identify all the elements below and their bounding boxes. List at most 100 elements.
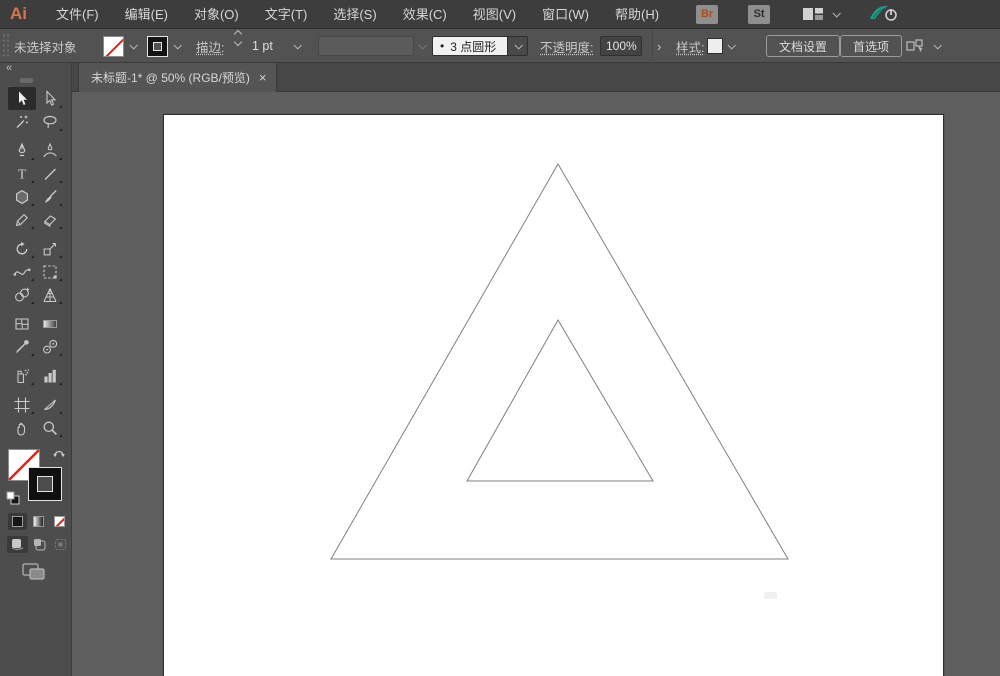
canvas-scroll-area[interactable] — [72, 92, 1000, 676]
bridge-badge-icon[interactable]: Br — [696, 4, 719, 24]
tool-blend[interactable] — [36, 335, 64, 358]
brush-definition-dropdown[interactable]: • 3 点圆形 — [432, 36, 508, 56]
outer-triangle-shape[interactable] — [330, 163, 789, 560]
fill-color-swatch[interactable] — [103, 35, 124, 57]
lasso-icon — [41, 113, 59, 131]
tool-shape-builder[interactable] — [8, 283, 36, 306]
opacity-label[interactable]: 不透明度: — [540, 29, 593, 63]
color-button[interactable] — [8, 513, 27, 530]
menu-file[interactable]: 文件(F) — [43, 0, 112, 29]
tool-free-transform[interactable] — [36, 260, 64, 283]
stroke-weight-label[interactable]: 描边: — [196, 29, 224, 63]
workspace-switcher[interactable] — [802, 7, 842, 22]
polygon-icon — [13, 188, 31, 206]
eraser-icon — [41, 211, 59, 229]
brush-dropdown-button[interactable] — [508, 36, 528, 56]
tool-magic-wand[interactable] — [8, 110, 36, 133]
document-tab[interactable]: 未标题-1* @ 50% (RGB/预览) × — [78, 63, 278, 92]
tool-selection[interactable] — [7, 87, 36, 110]
menu-edit[interactable]: 编辑(E) — [112, 0, 181, 29]
draw-normal-button[interactable] — [7, 536, 28, 553]
fill-dropdown-chevron-icon[interactable] — [129, 41, 138, 50]
tool-mesh[interactable] — [8, 312, 36, 335]
tool-width[interactable] — [8, 260, 36, 283]
tool-zoom[interactable] — [36, 416, 64, 439]
stroke-proxy-swatch[interactable] — [28, 467, 62, 501]
document-area: 未标题-1* @ 50% (RGB/预览) × — [72, 63, 1000, 676]
tool-eyedropper[interactable] — [8, 335, 36, 358]
tool-symbol-sprayer[interactable] — [8, 364, 36, 387]
tool-paintbrush[interactable] — [36, 185, 64, 208]
style-label[interactable]: 样式: — [676, 29, 704, 63]
tool-column-graph[interactable] — [36, 364, 64, 387]
change-screen-mode-button[interactable] — [22, 563, 71, 586]
selection-icon — [18, 91, 27, 105]
inner-triangle-shape[interactable] — [466, 319, 654, 482]
tool-rotate[interactable] — [8, 237, 36, 260]
tool-curvature[interactable] — [36, 139, 64, 162]
tool-slice[interactable] — [36, 393, 64, 416]
tool-hand[interactable] — [8, 416, 36, 439]
column-graph-icon — [43, 369, 56, 382]
tool-direct-selection[interactable] — [36, 87, 64, 110]
style-chevron-icon[interactable] — [727, 41, 736, 50]
panel-drag-strip[interactable] — [20, 78, 33, 83]
draw-inside-button[interactable] — [50, 536, 71, 553]
chevron-down-icon — [832, 9, 842, 18]
tool-pen[interactable] — [8, 139, 36, 162]
none-fill-slash-icon — [104, 36, 123, 56]
curvature-icon — [41, 142, 59, 160]
control-bar: 未选择对象 描边: 1 pt • 3 点圆形 不透明度: 100% › 样式: … — [0, 29, 1000, 63]
selection-status-label: 未选择对象 — [14, 40, 77, 55]
tool-polygon[interactable] — [8, 185, 36, 208]
tool-line-segment[interactable] — [36, 162, 64, 185]
tool-pencil[interactable] — [8, 208, 36, 231]
tool-grid: T — [0, 87, 71, 439]
preferences-button[interactable]: 首选项 — [840, 35, 903, 57]
menu-effect[interactable]: 效果(C) — [390, 0, 460, 29]
opacity-more-button[interactable]: › — [652, 29, 665, 63]
stroke-swatch-hole — [153, 41, 162, 51]
none-button[interactable] — [50, 513, 69, 530]
menu-type[interactable]: 文字(T) — [252, 0, 321, 29]
style-swatch[interactable] — [707, 38, 723, 54]
tool-perspective-grid[interactable] — [36, 283, 64, 306]
stroke-color-swatch[interactable] — [147, 35, 168, 57]
brush-preview-dot: • — [440, 39, 445, 53]
gradient-icon — [33, 516, 44, 527]
panel-grip-handle[interactable] — [2, 33, 9, 59]
collapse-panel-button[interactable]: « — [0, 63, 71, 76]
close-tab-icon[interactable]: × — [259, 71, 267, 84]
stroke-weight-stepper[interactable] — [233, 29, 243, 63]
tool-eraser[interactable] — [36, 208, 64, 231]
menu-object[interactable]: 对象(O) — [181, 0, 252, 29]
menu-view[interactable]: 视图(V) — [460, 0, 529, 29]
stroke-weight-value[interactable]: 1 pt — [252, 29, 273, 63]
color-icon — [12, 516, 23, 527]
menu-window[interactable]: 窗口(W) — [529, 0, 602, 29]
menu-select[interactable]: 选择(S) — [320, 0, 389, 29]
swap-fill-stroke-icon[interactable] — [52, 447, 66, 459]
gradient-button[interactable] — [29, 513, 48, 530]
stroke-weight-chevron-icon[interactable] — [293, 41, 302, 50]
document-tab-bar: 未标题-1* @ 50% (RGB/预览) × — [72, 63, 1000, 92]
artboard[interactable] — [163, 114, 944, 676]
shape-builder-icon — [13, 287, 29, 304]
tool-gradient[interactable] — [36, 312, 64, 335]
align-panel-button[interactable] — [906, 29, 926, 63]
stepper-down-icon[interactable] — [233, 37, 243, 47]
panel-chevron-icon[interactable] — [933, 41, 942, 50]
draw-behind-button[interactable] — [29, 536, 50, 553]
stock-badge-icon[interactable]: St — [748, 4, 771, 24]
tool-scale[interactable] — [36, 237, 64, 260]
default-fill-stroke-icon[interactable] — [6, 491, 20, 505]
opacity-input[interactable]: 100% — [600, 36, 642, 56]
stroke-dropdown-chevron-icon[interactable] — [173, 41, 182, 50]
cs-live-button[interactable] — [867, 3, 901, 26]
tool-artboard[interactable] — [8, 393, 36, 416]
menu-help[interactable]: 帮助(H) — [602, 0, 672, 29]
tool-type[interactable]: T — [8, 162, 36, 185]
document-setup-button[interactable]: 文档设置 — [766, 35, 841, 57]
tool-lasso[interactable] — [36, 110, 64, 133]
direct-selection-icon — [41, 90, 59, 108]
